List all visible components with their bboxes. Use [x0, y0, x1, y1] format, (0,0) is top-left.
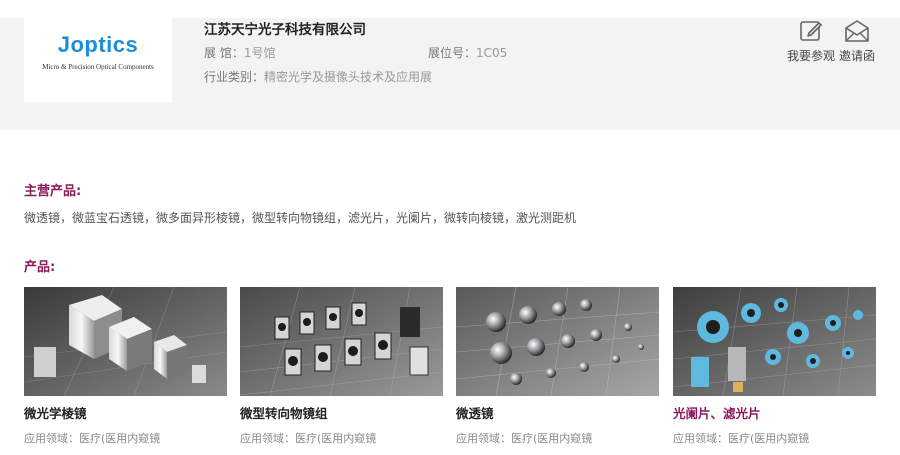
product-name[interactable]: 微型转向物镜组 — [240, 403, 443, 422]
hall-info: 展 馆：1号馆 — [204, 44, 275, 61]
logo-wordmark: Joptics — [57, 32, 139, 57]
product-image[interactable] — [456, 287, 659, 396]
booth-value: 1C05 — [476, 46, 508, 60]
main-products-text: 微透镜，微蓝宝石透镜，微多面异形棱镜，微型转向物镜组，滤光片，光阑片，微转向棱镜… — [24, 211, 577, 225]
hall-value: 1号馆 — [243, 46, 276, 60]
industry-info: 行业类别：精密光学及摄像头技术及应用展 — [204, 68, 432, 85]
product-field: 应用领域：医疗(医用内窥镜 — [240, 432, 377, 445]
products-title: 产品: — [24, 260, 56, 275]
product-image[interactable] — [673, 287, 876, 396]
booth-label: 展位号： — [428, 46, 477, 60]
main-products-title: 主营产品: — [24, 184, 82, 199]
company-logo: Joptics Micro & Precision Optical Compon… — [24, 18, 172, 102]
product-image[interactable] — [24, 287, 227, 396]
envelope-icon — [845, 20, 869, 42]
product-name[interactable]: 微透镜 — [456, 403, 659, 422]
invitation-button[interactable]: 邀请函 — [832, 18, 882, 65]
product-card[interactable]: 微型转向物镜组 应用领域：医疗(医用内窥镜 — [240, 287, 443, 446]
booth-info: 展位号：1C05 — [428, 44, 507, 61]
product-name[interactable]: 光阑片、滤光片 — [673, 403, 876, 422]
logo-tagline: Micro & Precision Optical Components — [42, 63, 154, 71]
product-field: 应用领域：医疗(医用内窥镜 — [24, 432, 161, 445]
industry-value: 精密光学及摄像头技术及应用展 — [264, 70, 433, 84]
product-card[interactable]: 微光学棱镜 应用领域：医疗(医用内窥镜 — [24, 287, 227, 446]
industry-label: 行业类别： — [204, 70, 265, 84]
visit-register-button[interactable]: 我要参观 — [786, 18, 836, 65]
product-name[interactable]: 微光学棱镜 — [24, 403, 227, 422]
product-card[interactable]: 光阑片、滤光片 应用领域：医疗(医用内窥镜 — [673, 287, 876, 446]
exhibitor-header: Joptics Micro & Precision Optical Compon… — [0, 18, 900, 130]
hall-label: 展 馆： — [204, 46, 244, 60]
invitation-label: 邀请函 — [838, 49, 875, 63]
product-image[interactable] — [240, 287, 443, 396]
top-strip — [0, 0, 900, 18]
visit-register-label: 我要参观 — [786, 49, 835, 63]
product-field: 应用领域：医疗(医用内窥镜 — [673, 432, 810, 445]
company-name: 江苏天宁光子科技有限公司 — [204, 22, 366, 38]
product-field: 应用领域：医疗(医用内窥镜 — [456, 432, 593, 445]
product-card[interactable]: 微透镜 应用领域：医疗(医用内窥镜 — [456, 287, 659, 446]
edit-icon — [800, 21, 822, 41]
